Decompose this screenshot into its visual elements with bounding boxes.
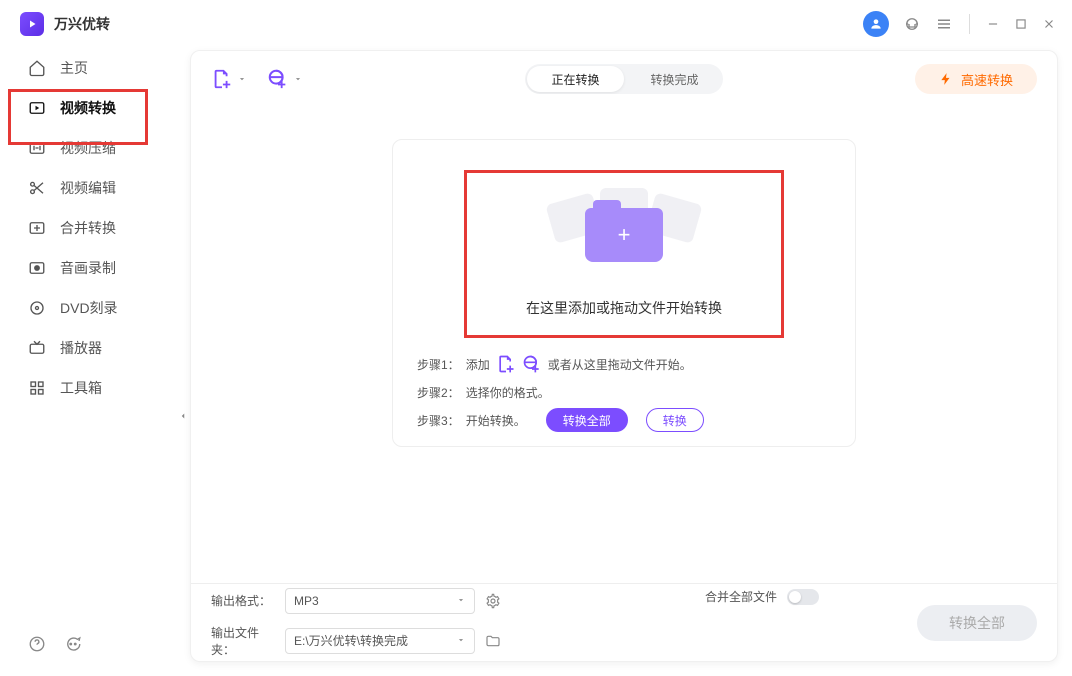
sidebar-item-label: 工具箱 [60,378,102,398]
open-folder-icon[interactable] [485,633,501,649]
tab-completed[interactable]: 转换完成 [626,64,723,94]
disc-icon [28,299,46,317]
minimize-icon[interactable] [986,17,1000,31]
tab-converting[interactable]: 正在转换 [527,66,624,92]
sidebar-item-label: 播放器 [60,338,102,358]
convert-all-button[interactable]: 转换全部 [917,605,1037,641]
add-url-icon [522,354,542,374]
sidebar-item-label: DVD刻录 [60,298,118,318]
sidebar-item-dvd-burn[interactable]: DVD刻录 [0,288,182,328]
grid-icon [28,379,46,397]
app-logo [20,12,44,36]
merge-icon [28,219,46,237]
sidebar-item-video-convert[interactable]: 视频转换 [0,88,182,128]
drop-illustration: + [544,190,704,280]
sidebar-item-label: 主页 [60,58,88,78]
steps: 步骤1： 添加 或者从这里拖动文件开始。 步骤2： 选择你的格式。 步骤3： 开… [393,338,855,434]
app-title: 万兴优转 [54,14,110,34]
bolt-icon [939,72,953,86]
convert-pill[interactable]: 转换 [646,408,704,432]
output-folder-label: 输出文件夹： [211,624,275,658]
sidebar-item-label: 视频压缩 [60,138,116,158]
sidebar-item-label: 视频转换 [60,98,116,118]
maximize-icon[interactable] [1014,17,1028,31]
step2-label: 步骤2： [417,384,460,401]
drop-zone[interactable]: + 在这里添加或拖动文件开始转换 [464,170,784,338]
title-bar: 万兴优转 [0,0,1072,48]
status-tabs: 正在转换 转换完成 [525,64,723,94]
add-file-button[interactable] [211,68,247,90]
sidebar-item-video-compress[interactable]: 视频压缩 [0,128,182,168]
step1-text: 添加 [466,356,490,373]
hamburger-menu-icon[interactable] [935,15,953,33]
video-convert-icon [28,99,46,117]
step2-text: 选择你的格式。 [466,384,550,401]
folder-plus-icon: + [585,208,663,262]
step3-label: 步骤3： [417,412,460,429]
output-folder-value: E:\万兴优转\转换完成 [294,632,408,649]
sidebar-item-label: 合并转换 [60,218,116,238]
output-format-value: MP3 [294,594,319,608]
help-icon[interactable] [28,635,46,658]
sidebar: 主页 视频转换 视频压缩 视频编辑 合并转换 音画录制 DVD刻录 播放器 工具… [0,48,182,676]
feedback-icon[interactable] [64,635,82,658]
add-url-button[interactable] [267,68,303,90]
drop-text: 在这里添加或拖动文件开始转换 [526,298,722,318]
add-file-icon [496,354,516,374]
user-avatar[interactable] [863,11,889,37]
output-format-select[interactable]: MP3 [285,588,475,614]
sidebar-item-screen-record[interactable]: 音画录制 [0,248,182,288]
sidebar-item-player[interactable]: 播放器 [0,328,182,368]
fast-convert-label: 高速转换 [961,70,1013,89]
record-icon [28,259,46,277]
sidebar-item-home[interactable]: 主页 [0,48,182,88]
main-panel: 正在转换 转换完成 高速转换 + 在这里添加或拖动文件开始转换 步骤1： 添加 … [190,50,1058,662]
compress-icon [28,139,46,157]
fast-convert-button[interactable]: 高速转换 [915,64,1037,94]
divider [969,14,970,34]
sidebar-item-merge-convert[interactable]: 合并转换 [0,208,182,248]
step3-text: 开始转换。 [466,412,526,429]
bottom-bar: 输出格式： MP3 输出文件夹： E:\万兴优转\转换完成 合并全部文件 转换全… [191,583,1057,661]
sidebar-item-label: 视频编辑 [60,178,116,198]
convert-all-pill[interactable]: 转换全部 [546,408,628,432]
merge-label: 合并全部文件 [705,588,777,605]
output-format-label: 输出格式： [211,592,275,609]
support-icon[interactable] [903,15,921,33]
tv-icon [28,339,46,357]
sidebar-item-label: 音画录制 [60,258,116,278]
close-icon[interactable] [1042,17,1056,31]
sidebar-item-video-edit[interactable]: 视频编辑 [0,168,182,208]
merge-toggle[interactable] [787,589,819,605]
output-folder-select[interactable]: E:\万兴优转\转换完成 [285,628,475,654]
settings-icon[interactable] [485,593,501,609]
sidebar-collapse-button[interactable] [176,406,190,426]
sidebar-item-toolbox[interactable]: 工具箱 [0,368,182,408]
scissors-icon [28,179,46,197]
drop-card: + 在这里添加或拖动文件开始转换 步骤1： 添加 或者从这里拖动文件开始。 步骤… [392,139,856,447]
toolbar: 正在转换 转换完成 高速转换 [191,51,1057,107]
step1-tail: 或者从这里拖动文件开始。 [548,356,692,373]
step1-label: 步骤1： [417,356,460,373]
home-icon [28,59,46,77]
